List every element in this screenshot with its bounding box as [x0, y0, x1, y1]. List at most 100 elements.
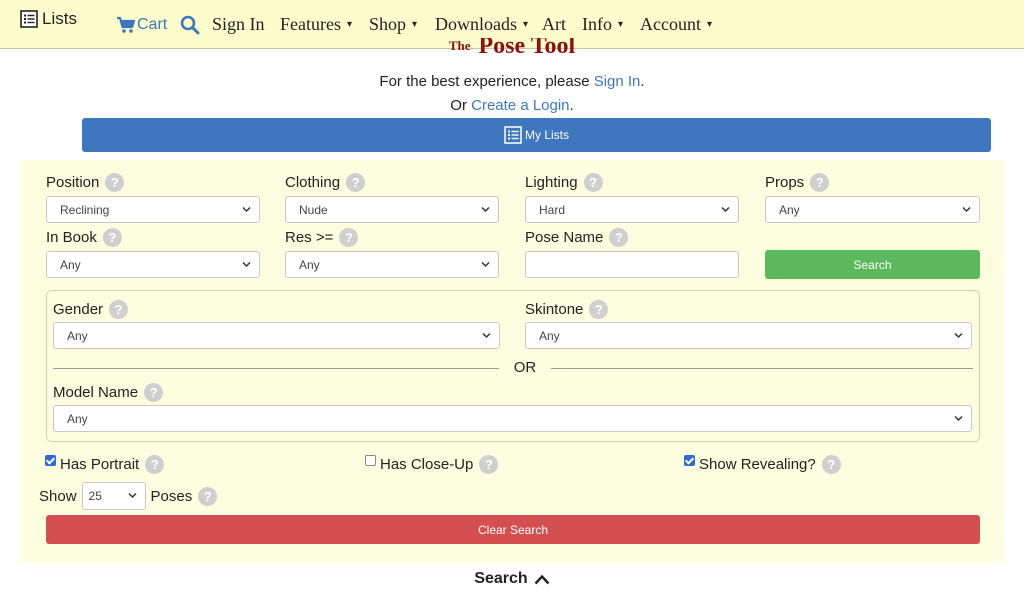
logo-prefix: The — [448, 38, 471, 53]
clear-search-button[interactable]: Clear Search — [46, 515, 980, 544]
help-icon[interactable]: ? — [145, 455, 165, 474]
list-icon — [20, 9, 38, 28]
props-select[interactable]: Any — [765, 196, 980, 223]
skintone-select[interactable]: Any — [525, 322, 972, 349]
pose-name-label-text: Pose Name — [525, 229, 604, 246]
chevron-up-icon — [534, 574, 550, 584]
nav-signin-label: Sign In — [212, 14, 265, 34]
lighting-label: Lighting ? — [525, 173, 603, 192]
pose-name-label: Pose Name ? — [525, 228, 629, 247]
position-select-value: Reclining — [60, 202, 110, 217]
model-name-label: Model Name ? — [53, 383, 164, 402]
res-label-text: Res >= — [285, 229, 334, 246]
chevron-down-icon: ▾ — [618, 19, 624, 30]
help-icon[interactable]: ? — [810, 173, 830, 192]
create-login-link[interactable]: Create a Login — [471, 97, 569, 114]
model-filter-box: Gender ? Any Skintone ? Any OR Model Nam… — [46, 290, 980, 442]
in-book-select[interactable]: Any — [46, 251, 260, 278]
help-icon[interactable]: ? — [109, 300, 129, 319]
res-select[interactable]: Any — [285, 251, 499, 278]
skintone-select-value: Any — [539, 328, 560, 343]
props-select-value: Any — [779, 202, 800, 217]
nav-cart-label: Cart — [137, 15, 168, 33]
gender-label: Gender ? — [53, 300, 129, 319]
search-icon — [180, 15, 200, 34]
help-icon[interactable]: ? — [144, 383, 164, 402]
login-prefix: Or — [450, 97, 472, 114]
search-toggle-label: Search — [474, 570, 528, 587]
pose-name-input[interactable] — [525, 251, 739, 278]
has-portrait-option[interactable]: Has Portrait ? — [45, 455, 165, 474]
help-icon[interactable]: ? — [102, 228, 122, 247]
clothing-select-value: Nude — [299, 202, 328, 217]
help-icon[interactable]: ? — [339, 228, 359, 247]
signin-link[interactable]: Sign In — [594, 73, 641, 90]
help-icon[interactable]: ? — [589, 300, 609, 319]
chevron-down-icon — [242, 261, 251, 268]
gender-select[interactable]: Any — [53, 322, 500, 349]
chevron-down-icon — [954, 415, 963, 422]
clothing-label-text: Clothing — [285, 174, 341, 191]
chevron-down-icon — [954, 332, 963, 339]
nav-lists-link[interactable]: Lists — [20, 0, 77, 43]
search-collapse-toggle[interactable]: Search — [0, 570, 1024, 588]
show-count-value: 25 — [88, 489, 102, 503]
signin-prefix: For the best experience, please — [379, 73, 594, 90]
chevron-down-icon — [481, 261, 490, 268]
nav-info-label: Info — [582, 14, 612, 34]
help-icon[interactable]: ? — [105, 173, 125, 192]
signin-suffix: . — [640, 73, 645, 90]
chevron-down-icon: ▾ — [706, 19, 713, 30]
my-lists-label: My Lists — [524, 128, 569, 142]
show-count-row: Show 25 Poses ? — [39, 482, 218, 510]
has-portrait-label: Has Portrait — [60, 456, 140, 473]
lighting-select-value: Hard — [539, 202, 566, 217]
nav-features-label: Features — [280, 14, 341, 34]
nav-downloads-label: Downloads — [435, 14, 517, 34]
help-icon[interactable]: ? — [346, 173, 366, 192]
position-label-text: Position — [46, 174, 100, 191]
gender-label-text: Gender — [53, 301, 104, 318]
res-select-value: Any — [299, 257, 320, 272]
help-icon[interactable]: ? — [583, 173, 603, 192]
model-name-select[interactable]: Any — [53, 405, 972, 432]
skintone-label: Skintone ? — [525, 300, 609, 319]
show-revealing-checkbox[interactable] — [684, 455, 695, 466]
has-closeup-checkbox[interactable] — [365, 455, 376, 466]
position-select[interactable]: Reclining — [46, 196, 260, 223]
chevron-down-icon — [481, 206, 490, 213]
help-icon[interactable]: ? — [821, 455, 841, 474]
nav-shop-label: Shop — [369, 14, 407, 34]
in-book-label: In Book ? — [46, 228, 122, 247]
search-button[interactable]: Search — [765, 250, 980, 279]
chevron-down-icon — [242, 206, 251, 213]
model-name-label-text: Model Name — [53, 384, 139, 401]
show-count-select[interactable]: 25 — [81, 482, 146, 510]
search-button-label: Search — [853, 257, 892, 272]
help-icon[interactable]: ? — [609, 228, 629, 247]
my-lists-button[interactable]: My Lists — [82, 118, 991, 152]
in-book-label-text: In Book — [46, 229, 97, 246]
nav-lists-label: Lists — [42, 8, 77, 28]
show-revealing-option[interactable]: Show Revealing? ? — [684, 455, 841, 474]
list-icon — [504, 126, 522, 144]
or-label: OR — [499, 359, 551, 377]
props-label-text: Props — [765, 174, 805, 191]
help-icon[interactable]: ? — [198, 486, 218, 506]
has-closeup-label: Has Close-Up — [380, 456, 474, 473]
chevron-down-icon: ▾ — [523, 19, 529, 30]
cart-icon — [117, 16, 136, 33]
chevron-down-icon — [128, 492, 137, 499]
has-portrait-checkbox[interactable] — [45, 455, 56, 466]
lighting-select[interactable]: Hard — [525, 196, 739, 223]
chevron-down-icon — [482, 332, 491, 339]
res-label: Res >= ? — [285, 228, 359, 247]
poses-label: Poses — [150, 487, 193, 505]
help-icon[interactable]: ? — [479, 455, 499, 474]
chevron-down-icon: ▾ — [412, 19, 418, 30]
clothing-label: Clothing ? — [285, 173, 366, 192]
nav-art-label: Art — [542, 14, 566, 34]
clothing-select[interactable]: Nude — [285, 196, 499, 223]
in-book-select-value: Any — [60, 257, 81, 272]
has-closeup-option[interactable]: Has Close-Up ? — [365, 455, 499, 474]
